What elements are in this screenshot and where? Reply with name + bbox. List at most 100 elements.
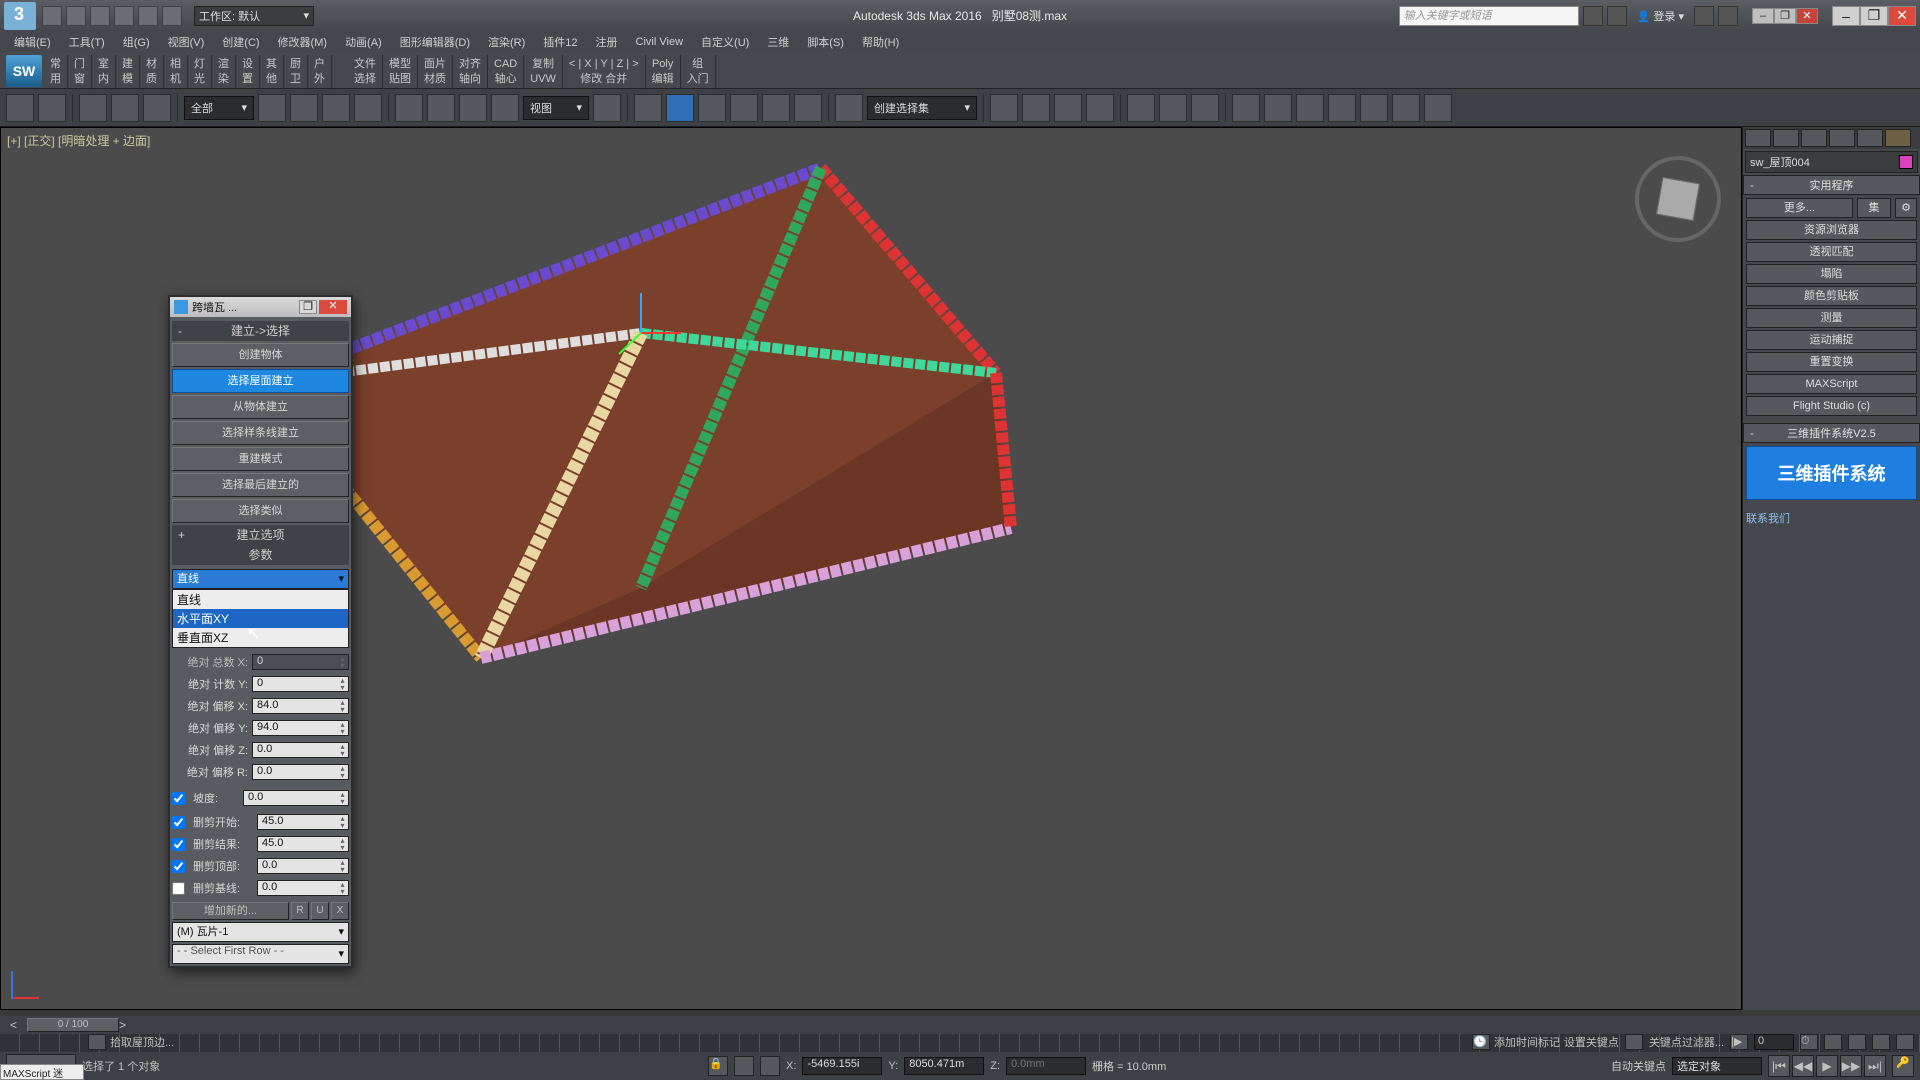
frame-spinner[interactable]: 0: [1754, 1034, 1794, 1050]
hierarchy-tab[interactable]: [1801, 129, 1827, 147]
menu-渲染(R)[interactable]: 渲染(R): [480, 32, 533, 52]
manipulate-icon[interactable]: [634, 94, 662, 122]
nav-orbit-icon[interactable]: [1872, 1034, 1890, 1050]
close-button[interactable]: ✕: [1888, 6, 1916, 26]
menu-三维[interactable]: 三维: [759, 32, 797, 52]
slope-check[interactable]: [172, 792, 185, 805]
dialog-close-button[interactable]: ✕: [319, 300, 347, 314]
edged-snap-icon[interactable]: [794, 94, 822, 122]
spinner-snap-icon[interactable]: [762, 94, 790, 122]
plugin-launch-button[interactable]: 三维插件系统: [1746, 446, 1917, 500]
ribbon-tab2[interactable]: 复制UVW: [524, 55, 563, 89]
lock-icon[interactable]: 🔒: [708, 1056, 728, 1076]
sets-button[interactable]: 集: [1857, 198, 1891, 218]
param-spinner[interactable]: 84.0: [252, 698, 349, 714]
cut-spinner[interactable]: 0.0: [257, 880, 349, 896]
ribbon-tab[interactable]: 其他: [260, 55, 284, 89]
qat-save-icon[interactable]: [90, 6, 110, 26]
ribbon-tab[interactable]: 常用: [44, 55, 68, 89]
more-button[interactable]: 更多...: [1746, 198, 1853, 218]
dlg-btn[interactable]: 选择样条线建立: [172, 421, 349, 445]
menu-修改器(M)[interactable]: 修改器(M): [270, 32, 336, 52]
key-mode-icon[interactable]: 🔑: [1892, 1055, 1914, 1077]
dialog-maximize-button[interactable]: ❐: [299, 300, 317, 314]
tile-combo[interactable]: (M) 瓦片-1: [172, 922, 349, 942]
autokey-button[interactable]: 自动关键点: [1611, 1058, 1666, 1074]
render-prod-icon[interactable]: [1392, 94, 1420, 122]
modify-tab[interactable]: [1773, 129, 1799, 147]
menu-组(G)[interactable]: 组(G): [115, 32, 158, 52]
ribbon-tab[interactable]: 建模: [116, 55, 140, 89]
dlg-btn[interactable]: 创建物体: [172, 343, 349, 367]
render-icon[interactable]: [1296, 94, 1324, 122]
util-button[interactable]: 透视匹配: [1746, 242, 1917, 262]
render-frame-icon[interactable]: [1264, 94, 1292, 122]
util-button[interactable]: 运动捕捉: [1746, 330, 1917, 350]
dlg-btn[interactable]: 重建模式: [172, 447, 349, 471]
viewport-label[interactable]: [+] [正交] [明暗处理 + 边面]: [7, 132, 150, 149]
rollout-utilities[interactable]: -实用程序: [1743, 175, 1920, 195]
link-icon[interactable]: [79, 94, 107, 122]
ribbon-tab2[interactable]: < | X | Y | Z | >修改 合并: [563, 55, 646, 89]
bind-icon[interactable]: [143, 94, 171, 122]
undo-icon[interactable]: [6, 94, 34, 122]
teapot-render-icon[interactable]: [1424, 94, 1452, 122]
align-icon[interactable]: [1022, 94, 1050, 122]
select-object-icon[interactable]: [258, 94, 286, 122]
menu-帮助(H)[interactable]: 帮助(H): [854, 32, 907, 52]
dialog-roll-options[interactable]: +建立选项: [172, 525, 349, 545]
play-icon[interactable]: ▶: [1816, 1055, 1838, 1077]
ribbon-tab2[interactable]: 对齐轴向: [453, 55, 488, 89]
add-x-button[interactable]: X: [331, 902, 349, 920]
line-type-combo[interactable]: 直线: [172, 569, 349, 589]
isolate-icon[interactable]: [734, 1056, 754, 1076]
menu-自定义(U)[interactable]: 自定义(U): [693, 32, 757, 52]
ribbon-tab[interactable]: 室内: [92, 55, 116, 89]
nav-max-icon[interactable]: [1896, 1034, 1914, 1050]
scale-icon[interactable]: [459, 94, 487, 122]
app-menu-icon[interactable]: [4, 2, 36, 30]
help-icon[interactable]: [1718, 6, 1738, 26]
object-color-swatch[interactable]: [1899, 155, 1913, 169]
selection-filter-dropdown[interactable]: 全部▾: [184, 96, 254, 120]
ribbon-tab[interactable]: 材质: [140, 55, 164, 89]
param-spinner[interactable]: 0.0: [252, 742, 349, 758]
scene-object-roof[interactable]: [261, 158, 1051, 718]
util-button[interactable]: 颜色剪贴板: [1746, 286, 1917, 306]
qat-link-icon[interactable]: [162, 6, 182, 26]
ref-coord-icon[interactable]: [491, 94, 519, 122]
cut-spinner[interactable]: 45.0: [257, 814, 349, 830]
qat-undo-icon[interactable]: [114, 6, 134, 26]
percent-snap-icon[interactable]: [730, 94, 758, 122]
config-icon[interactable]: ⚙: [1895, 198, 1917, 218]
add-r-button[interactable]: R: [291, 902, 309, 920]
dialog-roll-build[interactable]: -建立->选择: [172, 321, 349, 341]
render-setup-icon[interactable]: [1232, 94, 1260, 122]
slope-spinner[interactable]: 0.0: [243, 790, 349, 806]
line-type-options[interactable]: 直线 水平面XY 垂直面XZ ↖: [172, 589, 349, 648]
menu-注册[interactable]: 注册: [588, 32, 626, 52]
menu-插件12[interactable]: 插件12: [535, 32, 585, 52]
viewport-shade-icon[interactable]: [1360, 94, 1388, 122]
ribbon-toggle-icon[interactable]: [1086, 94, 1114, 122]
qat-redo-icon[interactable]: [138, 6, 158, 26]
util-button[interactable]: Flight Studio (c): [1746, 396, 1917, 416]
util-button[interactable]: MAXScript: [1746, 374, 1917, 394]
rollout-plugin[interactable]: -三维插件系统V2.5: [1743, 423, 1920, 443]
key-tag-icon[interactable]: [1625, 1034, 1643, 1050]
menu-Civil View[interactable]: Civil View: [628, 34, 691, 50]
menu-视图(V)[interactable]: 视图(V): [160, 32, 213, 52]
ribbon-tab[interactable]: 设置: [236, 55, 260, 89]
param-spinner[interactable]: 0.0: [252, 764, 349, 780]
ribbon-tab[interactable]: 相机: [164, 55, 188, 89]
menu-脚本(S)[interactable]: 脚本(S): [799, 32, 852, 52]
key-filter-dropdown[interactable]: 选定对象: [1672, 1057, 1762, 1075]
redo-icon[interactable]: [38, 94, 66, 122]
raytrace-icon[interactable]: [1328, 94, 1356, 122]
setkey-button[interactable]: 设置关键点: [1564, 1034, 1619, 1050]
contact-link[interactable]: 联系我们: [1746, 510, 1917, 526]
lock-sel-icon[interactable]: [760, 1056, 780, 1076]
add-timestamp[interactable]: 添加时间标记: [1494, 1034, 1560, 1050]
macro-rec-icon[interactable]: [88, 1034, 106, 1050]
goto-end-icon[interactable]: ⏭|: [1864, 1055, 1886, 1077]
